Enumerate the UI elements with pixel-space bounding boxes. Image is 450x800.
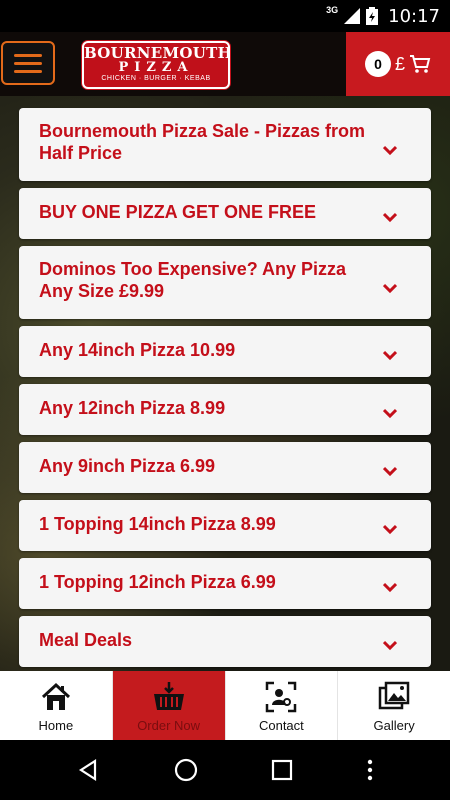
menu-category-label: BUY ONE PIZZA GET ONE FREE	[39, 202, 317, 222]
menu-category-label: Meal Deals	[39, 630, 133, 650]
home-circle-icon[interactable]	[173, 757, 199, 783]
signal-icon	[344, 8, 361, 24]
menu-line-icon	[14, 61, 42, 65]
menu-category-label: 1 Topping 14inch Pizza 8.99	[39, 514, 276, 534]
basket-icon	[153, 682, 184, 710]
chevron-down-icon	[383, 350, 397, 360]
menu-list-area: Bournemouth Pizza Sale - Pizzas from Hal…	[0, 96, 450, 671]
menu-category-item[interactable]: Bournemouth Pizza Sale - Pizzas from Hal…	[19, 108, 431, 181]
chevron-down-icon	[383, 466, 397, 476]
chevron-down-icon	[383, 582, 397, 592]
hamburger-menu-button[interactable]	[1, 41, 55, 85]
menu-category-item[interactable]: 1 Topping 12inch Pizza 6.99	[19, 558, 431, 609]
cart-count-badge: 0	[364, 51, 391, 77]
chevron-down-icon	[383, 640, 397, 650]
brand-logo[interactable]: BOURNEMOUTH PIZZA CHICKEN · BURGER · KEB…	[82, 41, 230, 89]
home-icon	[41, 682, 70, 710]
nav-gallery-label: Gallery	[373, 718, 415, 733]
chevron-down-icon	[383, 145, 397, 155]
menu-category-label: 1 Topping 12inch Pizza 6.99	[39, 572, 276, 592]
menu-category-label: Dominos Too Expensive? Any Pizza Any Siz…	[39, 259, 347, 301]
bottom-navigation: Home Order Now Contact Gallery	[0, 671, 450, 740]
cart-currency: £	[394, 53, 405, 74]
chevron-down-icon	[383, 283, 397, 293]
network-type: 3G	[326, 5, 339, 15]
logo-tagline: CHICKEN · BURGER · KEBAB	[101, 75, 211, 82]
menu-category-label: Any 9inch Pizza 6.99	[39, 456, 216, 476]
menu-category-label: Any 14inch Pizza 10.99	[39, 340, 236, 360]
status-bar: 3G 10:17	[0, 0, 450, 32]
menu-category-item[interactable]: Meal Deals	[19, 616, 431, 667]
menu-category-item[interactable]: 1 Topping 14inch Pizza 8.99	[19, 500, 431, 551]
nav-gallery[interactable]: Gallery	[338, 671, 450, 740]
battery-icon	[366, 7, 379, 25]
nav-contact[interactable]: Contact	[226, 671, 339, 740]
menu-category-item[interactable]: Dominos Too Expensive? Any Pizza Any Siz…	[19, 246, 431, 319]
logo-title: BOURNEMOUTH	[84, 44, 230, 62]
recents-icon[interactable]	[271, 759, 293, 781]
back-icon[interactable]	[76, 758, 100, 782]
menu-category-item[interactable]: Any 14inch Pizza 10.99	[19, 326, 431, 377]
logo-subtitle: PIZZA	[118, 60, 194, 75]
menu-category-label: Any 12inch Pizza 8.99	[39, 398, 226, 418]
chevron-down-icon	[383, 524, 397, 534]
chevron-down-icon	[383, 408, 397, 418]
menu-category-item[interactable]: Any 9inch Pizza 6.99	[19, 442, 431, 493]
menu-category-item[interactable]: Any 12inch Pizza 8.99	[19, 384, 431, 435]
chevron-down-icon	[383, 212, 397, 222]
nav-order-now-label: Order Now	[137, 718, 201, 733]
nav-home-label: Home	[38, 718, 74, 733]
menu-line-icon	[14, 53, 42, 57]
menu-category-label: Bournemouth Pizza Sale - Pizzas from Hal…	[39, 121, 366, 163]
gallery-icon	[378, 681, 410, 710]
menu-line-icon	[14, 69, 42, 73]
nav-order-now[interactable]: Order Now	[112, 671, 226, 740]
app-header: BOURNEMOUTH PIZZA CHICKEN · BURGER · KEB…	[0, 32, 450, 96]
clock: 10:17	[388, 5, 440, 27]
system-navigation-bar	[0, 740, 450, 800]
nav-home[interactable]: Home	[0, 671, 113, 740]
more-options-icon[interactable]	[366, 758, 374, 782]
menu-category-item[interactable]: BUY ONE PIZZA GET ONE FREE	[19, 188, 431, 239]
cart-button[interactable]: 0 £	[346, 32, 450, 96]
nav-contact-label: Contact	[258, 718, 304, 733]
menu-category-list: Bournemouth Pizza Sale - Pizzas from Hal…	[19, 108, 431, 671]
contact-icon	[266, 681, 297, 713]
cart-icon	[410, 55, 431, 73]
